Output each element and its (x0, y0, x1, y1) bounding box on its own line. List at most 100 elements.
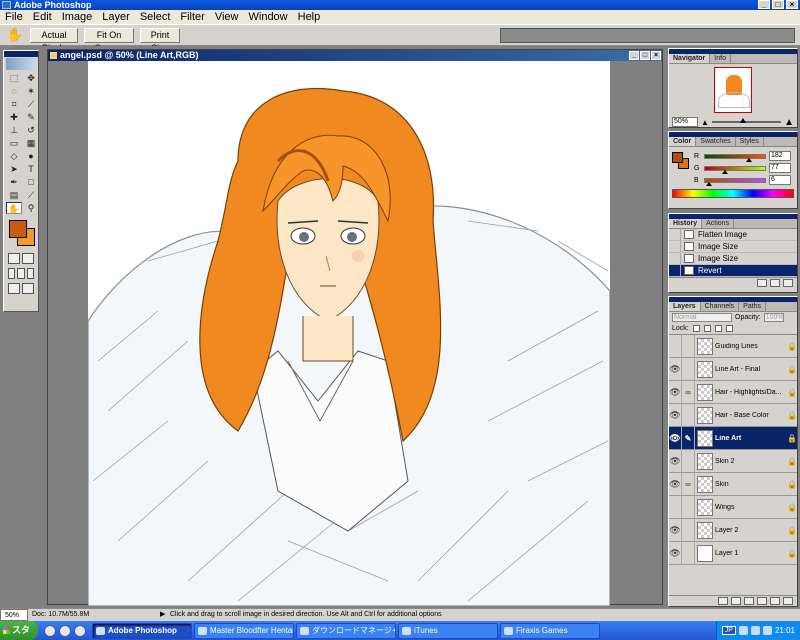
brush-tool-icon[interactable]: ✎ (23, 111, 39, 123)
layer-link-toggle[interactable] (682, 495, 695, 519)
new-snapshot-icon[interactable] (770, 279, 780, 287)
layer-link-toggle[interactable] (682, 334, 695, 358)
adjustment-layer-icon[interactable] (757, 597, 767, 605)
start-button[interactable]: スタート (0, 621, 38, 640)
chain-link-icon[interactable]: ∞ (682, 380, 695, 404)
eye-icon[interactable]: 👁 (669, 426, 682, 450)
opacity-field[interactable]: 100% (763, 313, 784, 322)
layer-row[interactable]: 👁 ∞ Skin 🔒 (669, 472, 797, 496)
lasso-tool-icon[interactable]: ◌ (6, 85, 22, 97)
task-button-download-manager[interactable]: ダウンロードマネージャ (296, 622, 396, 639)
green-value-field[interactable]: 77 (769, 163, 791, 173)
chain-link-icon[interactable]: ∞ (682, 472, 695, 496)
palette-well[interactable] (500, 28, 795, 43)
lock-all-checkbox[interactable] (725, 325, 733, 332)
layer-link-toggle[interactable] (682, 518, 695, 542)
adobe-logo-icon[interactable] (6, 58, 36, 70)
print-size-button[interactable]: Print Size (140, 28, 180, 53)
task-button-firaxis[interactable]: Firaxis Games (500, 622, 600, 639)
navigator-zoom-field[interactable]: 50% (672, 117, 698, 127)
move-tool-icon[interactable]: ✥ (23, 72, 39, 84)
new-document-icon[interactable] (757, 279, 767, 287)
layer-visibility-toggle[interactable] (669, 495, 682, 519)
image-canvas[interactable] (88, 61, 610, 606)
tray-icon[interactable] (738, 626, 748, 635)
doc-minimize-button[interactable]: _ (629, 51, 639, 60)
media-player-icon[interactable] (74, 624, 86, 637)
delete-layer-icon[interactable] (783, 597, 793, 605)
history-item[interactable]: Flatten Image (669, 229, 797, 241)
history-brush-tool-icon[interactable]: ↺ (23, 124, 39, 136)
quick-mask-mode-icon[interactable] (22, 253, 34, 264)
menu-file[interactable]: File (5, 10, 23, 24)
foreground-color-swatch[interactable] (9, 220, 27, 238)
layer-row[interactable]: 👁 Hair - Base Color 🔒 (669, 403, 797, 427)
layer-row[interactable]: Guiding Lines 🔒 (669, 334, 797, 358)
dodge-tool-icon[interactable]: ● (23, 150, 39, 162)
zoom-in-icon[interactable]: ▲ (784, 117, 794, 128)
jump-to-alt-icon[interactable] (22, 283, 34, 294)
tab-info[interactable]: Info (710, 54, 731, 63)
eyedropper-tool-icon[interactable]: ⟋ (23, 189, 39, 201)
menu-image[interactable]: Image (62, 10, 93, 24)
maximize-button[interactable]: □ (772, 0, 784, 9)
tab-navigator[interactable]: Navigator (669, 54, 711, 63)
layer-style-icon[interactable] (718, 597, 728, 605)
clock[interactable]: 21:01 (775, 626, 795, 635)
full-screen-icon[interactable] (26, 268, 34, 279)
close-button[interactable]: × (786, 0, 798, 9)
history-item[interactable]: Image Size (669, 253, 797, 265)
standard-screen-icon[interactable] (8, 268, 16, 279)
doc-maximize-button[interactable]: □ (640, 51, 650, 60)
history-item-active[interactable]: Revert (669, 265, 797, 277)
tab-channels[interactable]: Channels (701, 302, 740, 311)
menu-help[interactable]: Help (298, 10, 321, 24)
eye-icon[interactable]: 👁 (669, 357, 682, 381)
healing-brush-tool-icon[interactable]: ✚ (6, 111, 22, 123)
layer-row[interactable]: Wings 🔒 (669, 495, 797, 519)
app-title-bar[interactable]: Adobe Photoshop _ □ × (0, 0, 800, 10)
status-arrow-icon[interactable]: ▶ (160, 609, 165, 621)
tab-paths[interactable]: Paths (739, 302, 767, 311)
network-icon[interactable] (762, 626, 772, 635)
task-button-itunes[interactable]: iTunes (398, 622, 498, 639)
ime-indicator[interactable]: JP (721, 626, 736, 635)
eye-icon[interactable]: 👁 (669, 518, 682, 542)
gradient-tool-icon[interactable]: ▦ (23, 137, 39, 149)
eye-icon[interactable]: 👁 (669, 403, 682, 427)
tab-swatches[interactable]: Swatches (696, 137, 736, 146)
eye-icon[interactable]: 👁 (669, 472, 682, 496)
layer-link-toggle[interactable] (682, 357, 695, 381)
layer-row[interactable]: 👁 Layer 2 🔒 (669, 518, 797, 542)
slice-tool-icon[interactable]: ⟋ (23, 98, 39, 110)
delete-state-icon[interactable] (783, 279, 793, 287)
tab-styles[interactable]: Styles (736, 137, 764, 146)
tab-color[interactable]: Color (669, 137, 697, 146)
clone-stamp-tool-icon[interactable]: ⊥ (6, 124, 22, 136)
eye-icon[interactable]: 👁 (669, 449, 682, 473)
shape-tool-icon[interactable]: □ (23, 176, 39, 188)
lock-transparency-checkbox[interactable] (692, 325, 700, 332)
firefox-icon[interactable] (44, 624, 56, 637)
layer-visibility-toggle[interactable] (669, 334, 682, 358)
tab-layers[interactable]: Layers (669, 302, 701, 311)
palette-foreground-swatch[interactable] (672, 152, 683, 163)
tab-actions[interactable]: Actions (702, 219, 735, 228)
blur-tool-icon[interactable]: ◇ (6, 150, 22, 162)
layer-link-toggle[interactable] (682, 541, 695, 565)
toolbox-title-bar[interactable] (4, 51, 38, 57)
fit-on-screen-button[interactable]: Fit On Screen (84, 28, 134, 53)
internet-explorer-icon[interactable] (59, 624, 71, 637)
layer-row[interactable]: 👁 Line Art - Final 🔒 (669, 357, 797, 381)
navigator-thumbnail[interactable] (714, 67, 752, 113)
layer-row-active[interactable]: 👁 ✎ Line Art 🔒 (669, 426, 797, 450)
hand-tool-selected-icon[interactable]: ✋ (6, 202, 22, 214)
minimize-button[interactable]: _ (758, 0, 770, 9)
task-button-photoshop[interactable]: Adobe Photoshop (92, 622, 192, 639)
red-value-field[interactable]: 182 (769, 151, 791, 161)
crop-tool-icon[interactable]: ⌗ (6, 98, 22, 110)
volume-icon[interactable] (750, 626, 760, 635)
task-button-browser[interactable]: Master Bloodfter Hentai ... (194, 622, 294, 639)
marquee-tool-icon[interactable]: ⬚ (6, 72, 22, 84)
doc-size-info[interactable]: Doc: 10.7M/55.8M (32, 609, 89, 621)
